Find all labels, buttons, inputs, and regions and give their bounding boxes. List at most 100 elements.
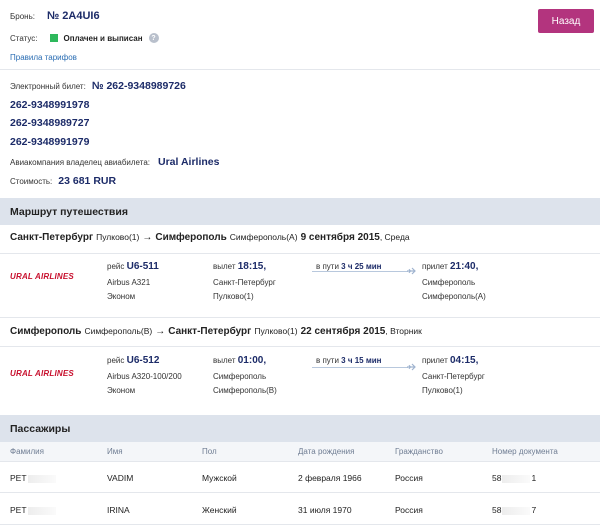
airline-logo: URAL AIRLINES xyxy=(10,272,74,281)
route-arrow-icon: → xyxy=(155,326,166,337)
cabin-class: Эконом xyxy=(107,386,136,395)
table-row: PET IRINA Женский 31 июля 1970 Россия 58… xyxy=(0,494,600,525)
status-indicator-icon xyxy=(49,34,58,42)
status-label: Статус: xyxy=(10,33,38,43)
citizenship-cell: Россия xyxy=(395,473,423,483)
trip-line xyxy=(312,367,408,368)
birth-cell: 2 февраля 1966 xyxy=(298,473,362,483)
ticket-info: Электронный билет: № 262-9348989726 262-… xyxy=(0,70,600,198)
divider xyxy=(0,346,600,347)
redacted-block xyxy=(27,474,56,483)
booking-header: Бронь: № 2A4UI6 Статус: Оплачен и выписа… xyxy=(0,0,600,70)
birth-cell: 31 июля 1970 xyxy=(298,505,352,515)
arrival-city: Санкт-Петербург xyxy=(422,372,485,381)
arrival-cell: прилет 21:40, xyxy=(422,261,478,272)
plane-icon xyxy=(407,267,416,275)
aircraft: Airbus A321 xyxy=(107,278,151,287)
passengers-table-header: Фамилия Имя Пол Дата рождения Гражданств… xyxy=(0,442,600,462)
booking-row: Бронь: № 2A4UI6 xyxy=(10,10,100,22)
doc-start: 58 xyxy=(492,505,502,515)
departure-cell: вылет 18:15, xyxy=(213,261,266,272)
flight-number: U6-512 xyxy=(126,355,160,366)
arrival-airport: Симферополь(A) xyxy=(422,292,486,301)
eticket-number: 262-9348991978 xyxy=(10,99,90,111)
airline-row: Авиакомпания владелец авиабилета: Ural A… xyxy=(10,156,219,168)
segment-weekday: , Среда xyxy=(379,232,410,242)
column-header: Номер документа xyxy=(492,447,558,456)
arrival-city: Симферополь xyxy=(422,278,476,287)
status-text: Оплачен и выписан xyxy=(63,33,143,43)
eticket-extra-row: 262-9348991979 xyxy=(10,136,89,148)
table-row: PET VADIM Мужской 2 февраля 1966 Россия … xyxy=(0,462,600,493)
column-header: Гражданство xyxy=(395,447,443,456)
column-header: Фамилия xyxy=(10,447,44,456)
redacted-block xyxy=(502,474,531,483)
booking-label: Бронь: xyxy=(10,12,35,21)
segment-weekday: , Вторник xyxy=(385,326,422,336)
segment-from-airport: Симферополь(B) xyxy=(84,326,153,336)
aircraft: Airbus A320-100/200 xyxy=(107,372,182,381)
redacted-block xyxy=(27,506,56,515)
gender-cell: Мужской xyxy=(202,473,237,483)
gender-cell: Женский xyxy=(202,505,237,515)
arrival-label: прилет xyxy=(422,356,448,365)
departure-label: вылет xyxy=(213,262,236,271)
departure-cell: вылет 01:00, xyxy=(213,355,266,366)
name-cell: VADIM xyxy=(107,473,134,483)
eticket-row: Электронный билет: № 262-9348989726 xyxy=(10,80,186,92)
column-header: Дата рождения xyxy=(298,447,355,456)
column-header: Имя xyxy=(107,447,123,456)
document-cell: 58 7 xyxy=(492,505,536,515)
departure-time: 18:15, xyxy=(237,261,267,272)
segment-to-airport: Симферополь(A) xyxy=(229,232,298,242)
cabin-class: Эконом xyxy=(107,292,136,301)
passengers-section-title: Пассажиры xyxy=(0,415,600,442)
departure-city: Симферополь xyxy=(213,372,267,381)
doc-start: 58 xyxy=(492,473,502,483)
travel-label: в пути xyxy=(316,356,339,365)
travel-label: в пути xyxy=(316,262,339,271)
departure-label: вылет xyxy=(213,356,236,365)
flight-label: рейс xyxy=(107,356,125,365)
airline-logo: URAL AIRLINES xyxy=(10,369,74,378)
status-row: Статус: Оплачен и выписан ? xyxy=(10,33,159,43)
segment-to-airport: Пулково(1) xyxy=(254,326,298,336)
doc-end: 1 xyxy=(531,473,537,483)
route-arrow-icon: → xyxy=(142,232,153,243)
flight-number-cell: рейс U6-511 xyxy=(107,261,159,272)
airline-name: Ural Airlines xyxy=(158,156,220,168)
name-cell: IRINA xyxy=(107,505,130,515)
surname-cell: PET xyxy=(10,473,57,483)
segment-date: 9 сентября 2015 xyxy=(300,232,380,243)
flight-label: рейс xyxy=(107,262,125,271)
departure-airport: Пулково(1) xyxy=(213,292,254,301)
segment-from-airport: Пулково(1) xyxy=(96,232,140,242)
cost-label: Стоимость: xyxy=(10,177,53,186)
segment-date: 22 сентября 2015 xyxy=(300,326,386,337)
eticket-number: № 262-9348989726 xyxy=(91,80,186,92)
cost-value: 23 681 RUR xyxy=(58,175,117,187)
segment-to-city: Санкт-Петербург xyxy=(168,326,252,337)
document-cell: 58 1 xyxy=(492,473,536,483)
travel-time: 3 ч 25 мин xyxy=(341,262,382,271)
eticket-extra-row: 262-9348991978 xyxy=(10,99,89,111)
divider xyxy=(0,317,600,318)
departure-city: Санкт-Петербург xyxy=(213,278,276,287)
doc-end: 7 xyxy=(531,505,537,515)
arrival-cell: прилет 04:15, xyxy=(422,355,478,366)
tariff-rules-link[interactable]: Правила тарифов xyxy=(10,53,77,62)
arrival-label: прилет xyxy=(422,262,448,271)
surname: PET xyxy=(10,473,27,483)
airline-label: Авиакомпания владелец авиабилета: xyxy=(10,158,150,167)
plane-icon xyxy=(407,363,416,371)
back-button[interactable]: Назад xyxy=(538,9,594,33)
travel-time-cell: в пути 3 ч 25 мин xyxy=(316,262,382,271)
help-icon[interactable]: ? xyxy=(148,33,159,43)
surname-cell: PET xyxy=(10,505,57,515)
cost-row: Стоимость: 23 681 RUR xyxy=(10,175,116,187)
booking-number: № 2A4UI6 xyxy=(46,10,100,22)
divider xyxy=(0,253,600,254)
arrival-time: 21:40, xyxy=(450,261,479,272)
segment-header: Симферополь Симферополь(B) → Санкт-Петер… xyxy=(10,326,425,337)
arrival-time: 04:15, xyxy=(450,355,479,366)
